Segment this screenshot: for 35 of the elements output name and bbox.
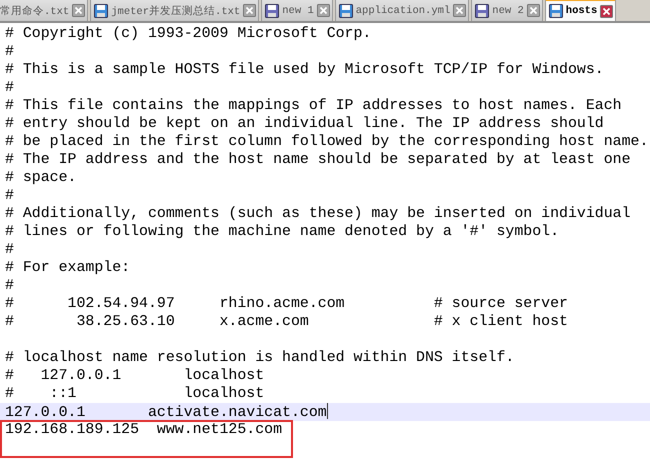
code-line: # entry should be kept on an individual line. The IP address should — [5, 116, 604, 132]
code-line: # — [5, 188, 14, 204]
file-tab[interactable]: jmeter并发压测总结.txt — [90, 0, 260, 21]
close-icon[interactable] — [600, 4, 614, 18]
code-line: # Copyright (c) 1993-2009 Microsoft Corp. — [5, 26, 372, 42]
close-icon[interactable] — [243, 4, 256, 17]
code-line: # Additionally, comments (such as these) may be inserted on individual — [5, 206, 631, 222]
text-cursor — [326, 403, 328, 419]
code-line: # 38.25.63.10 x.acme.com # x client host — [5, 314, 568, 330]
code-line: # This is a sample HOSTS file used by Microsoft TCP/IP for Windows. — [5, 62, 604, 78]
close-icon[interactable] — [526, 4, 540, 17]
code-line: # localhost name resolution is handled within DNS itself. — [5, 350, 514, 366]
file-tab[interactable]: new 2 — [471, 0, 543, 21]
code-line: # 127.0.0.1 localhost — [5, 368, 264, 384]
code-line: 192.168.189.125 www.net125.com — [5, 422, 282, 438]
close-icon[interactable] — [316, 4, 330, 17]
file-tab[interactable]: new 1 — [261, 0, 333, 21]
code-line: # — [5, 44, 14, 60]
code-line: # This file contains the mappings of IP addresses to host names. Each — [5, 98, 622, 114]
code-line: # space. — [5, 170, 76, 186]
code-line: # 102.54.94.97 rhino.acme.com # source server — [5, 296, 568, 312]
file-tab[interactable]: hosts — [544, 0, 616, 21]
code-line: # — [5, 80, 14, 96]
file-tab[interactable]: application.yml — [334, 0, 470, 21]
file-tab[interactable]: 常用命令.txt — [0, 0, 88, 21]
code-line: 127.0.0.1 activate.navicat.com — [5, 405, 327, 421]
code-line: # be placed in the first column followed by the corresponding host name. — [5, 134, 648, 150]
code-line: # For example: — [5, 260, 130, 276]
code-line: # The IP address and the host name should be separated by at least one — [5, 152, 631, 168]
code-line: # lines or following the machine name denoted by a '#' symbol. — [5, 224, 560, 240]
code-line: # — [5, 242, 14, 258]
code-line: # ::1 localhost — [5, 386, 264, 402]
close-icon[interactable] — [72, 4, 86, 17]
close-icon[interactable] — [453, 4, 466, 17]
code-line: # — [5, 278, 14, 294]
